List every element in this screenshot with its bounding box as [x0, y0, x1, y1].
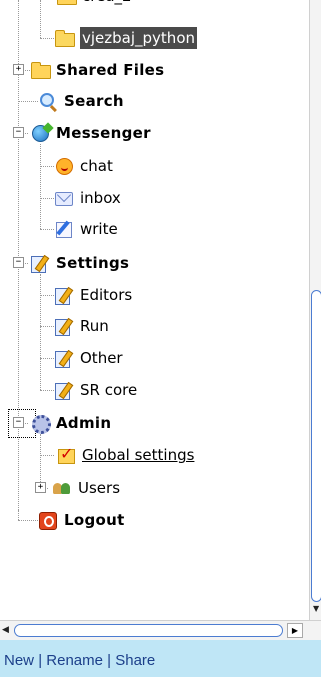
smiley-icon	[54, 157, 74, 175]
tree-item-settings[interactable]: Settings	[30, 251, 129, 275]
new-link[interactable]: New	[4, 652, 34, 669]
tree-item-label: Search	[64, 92, 124, 110]
tree-item-label: chat	[80, 157, 113, 175]
tree-line	[40, 166, 54, 167]
tree-line	[40, 38, 54, 39]
collapse-toggle-settings[interactable]: −	[13, 257, 24, 268]
globe-icon	[30, 124, 50, 142]
tree-item-label: Run	[80, 317, 109, 335]
tree-item-users[interactable]: Users	[52, 476, 120, 500]
tree-item-shared-files[interactable]: Shared Files	[30, 58, 164, 82]
edit-icon	[54, 349, 74, 368]
scroll-down-arrow-icon[interactable]: ▼	[313, 604, 319, 613]
tree-item-write[interactable]: write	[54, 217, 118, 241]
tree-item-run[interactable]: Run	[54, 314, 109, 338]
collapse-toggle-messenger[interactable]: −	[13, 127, 24, 138]
tree-item-messenger[interactable]: Messenger	[30, 121, 151, 145]
folder-icon	[54, 29, 75, 47]
pen-icon	[54, 220, 74, 238]
tree-line	[18, 520, 38, 521]
tree-line	[40, 229, 54, 230]
gear-icon	[30, 414, 51, 434]
tree-line	[40, 390, 54, 391]
edit-icon	[54, 286, 74, 305]
tree-item-search[interactable]: Search	[38, 89, 124, 113]
scroll-right-arrow-icon[interactable]: ▶	[287, 623, 303, 638]
power-icon	[38, 511, 58, 530]
tree-item-label: Global settings	[82, 446, 195, 464]
folder-icon	[30, 61, 51, 79]
tree-item-label: Admin	[56, 414, 112, 432]
tree-line	[18, 101, 38, 102]
tree-item-other[interactable]: Other	[54, 346, 123, 370]
tree-item-global-settings[interactable]: Global settings	[56, 443, 194, 467]
tree-item-label: Messenger	[56, 124, 151, 142]
rename-link[interactable]: Rename	[46, 652, 103, 669]
separator: |	[38, 652, 43, 669]
edit-icon	[30, 254, 50, 273]
folder-icon	[56, 0, 77, 5]
tree-item-label: write	[80, 220, 118, 238]
expand-toggle-shared-files[interactable]: +	[13, 64, 24, 75]
horizontal-scroll-thumb[interactable]	[14, 624, 283, 637]
tree-item-admin[interactable]: Admin	[30, 411, 111, 435]
vertical-scroll-thumb[interactable]	[311, 290, 321, 602]
action-footer: New | Rename | Share	[0, 640, 321, 677]
file-tree: crea_2 vjezbaj_python + Shared Files Sea…	[0, 0, 309, 620]
tree-line	[40, 198, 54, 199]
tree-item-label: Other	[80, 349, 123, 367]
tree-item-sr-core[interactable]: SR core	[54, 378, 137, 402]
tree-line	[40, 295, 54, 296]
tree-item-partial-folder[interactable]: crea_2	[56, 0, 132, 8]
separator: |	[107, 652, 112, 669]
tree-line-end	[18, 510, 19, 520]
tree-line	[40, 326, 54, 327]
tree-item-label: vjezbaj_python	[80, 27, 197, 49]
tree-line	[40, 455, 54, 456]
horizontal-scrollbar[interactable]: ◀ ▶	[0, 620, 321, 640]
tree-item-label: SR core	[80, 381, 138, 399]
tree-item-label: Settings	[56, 254, 130, 272]
tree-item-label: crea_2	[82, 0, 132, 7]
tree-item-vjezbaj-python[interactable]: vjezbaj_python	[54, 26, 197, 50]
edit-icon	[54, 317, 74, 336]
footer-actions: New | Rename | Share	[4, 652, 155, 669]
users-icon	[52, 479, 72, 497]
expand-toggle-users[interactable]: +	[35, 482, 46, 493]
checkbox-folder-icon	[56, 444, 76, 464]
tree-line-admin	[40, 434, 41, 488]
tree-item-logout[interactable]: Logout	[38, 508, 125, 532]
scroll-left-arrow-icon[interactable]: ◀	[2, 625, 9, 635]
share-link[interactable]: Share	[115, 652, 155, 669]
tree-line	[40, 358, 54, 359]
tree-item-label: inbox	[80, 189, 121, 207]
tree-item-label: Editors	[80, 286, 133, 304]
tree-item-label: Users	[78, 479, 121, 497]
tree-line-messenger	[40, 144, 41, 229]
tree-item-label: Logout	[64, 511, 125, 529]
tree-line-settings	[40, 274, 41, 390]
tree-item-label: Shared Files	[56, 61, 165, 79]
tree-line-top	[40, 0, 41, 38]
tree-item-inbox[interactable]: inbox	[54, 186, 121, 210]
vertical-scrollbar[interactable]: ▼	[309, 0, 321, 620]
envelope-icon	[54, 189, 74, 207]
magnifier-icon	[38, 92, 58, 110]
tree-item-chat[interactable]: chat	[54, 154, 113, 178]
edit-icon	[54, 381, 74, 400]
tree-item-editors[interactable]: Editors	[54, 283, 132, 307]
